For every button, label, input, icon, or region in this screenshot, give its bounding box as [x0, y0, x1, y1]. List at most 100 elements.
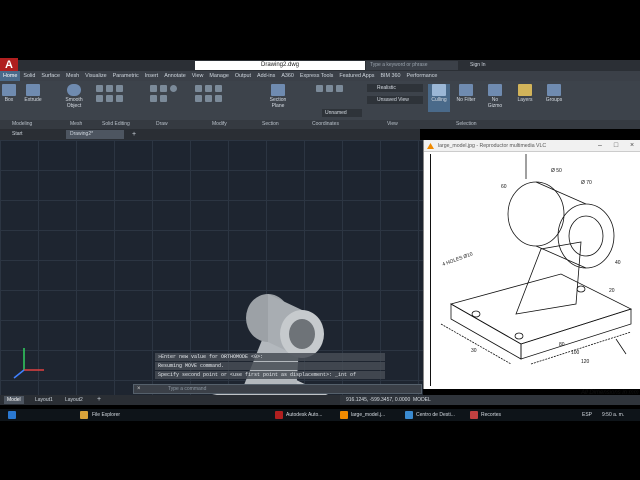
file-tab-start[interactable]: Start [8, 130, 27, 139]
drawing-cylinder-hole [568, 215, 604, 257]
search-input[interactable]: Type a keyword or phrase [366, 61, 458, 70]
vlc-window: large_model.jpg - Reproductor multimedia… [423, 140, 640, 396]
mirror-icon[interactable] [195, 95, 202, 102]
add-layout-plus-icon[interactable]: + [94, 396, 104, 404]
mesh-tool-icon[interactable] [96, 85, 103, 92]
tab-featured-apps[interactable]: Featured Apps [336, 71, 377, 81]
tab-add-ins[interactable]: Add-ins [254, 71, 278, 81]
new-tab-plus-icon[interactable]: + [128, 130, 140, 139]
layout-tab-layout1[interactable]: Layout1 [32, 396, 56, 404]
taskbar-item-file-explorer[interactable]: File Explorer [92, 411, 120, 419]
command-input[interactable]: Type a command [133, 384, 422, 394]
move-icon[interactable] [195, 85, 202, 92]
layers-icon [518, 84, 532, 96]
panel-label-modeling[interactable]: Modeling [12, 121, 32, 127]
close-icon[interactable]: × [624, 140, 640, 152]
extrude-button[interactable]: Extrude [22, 84, 44, 103]
windows-start-icon[interactable] [8, 411, 16, 419]
tab-visualize[interactable]: Visualize [82, 71, 109, 81]
ucs-icon[interactable] [336, 85, 343, 92]
solid-edit-icon[interactable] [116, 95, 123, 102]
file-tab-drawing2[interactable]: Drawing2* [66, 130, 124, 139]
ucs-icon[interactable] [326, 85, 333, 92]
drawing-cylinder-edge [535, 245, 587, 269]
scale-icon[interactable] [215, 95, 222, 102]
tab-express-tools[interactable]: Express Tools [297, 71, 336, 81]
section-plane-button[interactable]: Section Plane [266, 84, 290, 109]
arc-icon[interactable] [150, 95, 157, 102]
solid-edit-icon[interactable] [96, 95, 103, 102]
model-space-toggle[interactable]: MODEL [413, 397, 431, 403]
filter-icon [459, 84, 473, 96]
vlc-icon[interactable] [340, 411, 348, 419]
tab-insert[interactable]: Insert [142, 71, 161, 81]
tab-manage[interactable]: Manage [206, 71, 231, 81]
visual-style-dropdown[interactable]: Realistic [367, 84, 423, 92]
tab-bim-360[interactable]: BIM 360 [377, 71, 403, 81]
no-filter-button[interactable]: No Filter [455, 84, 477, 103]
panel-label-coordinates[interactable]: Coordinates [312, 121, 339, 127]
command-history: »Enter new value for ORTHOMODE <0>: Resu… [155, 353, 385, 380]
panel-label-section[interactable]: Section [262, 121, 279, 127]
tab-performance[interactable]: Performance [404, 71, 441, 81]
maximize-icon[interactable]: □ [608, 140, 624, 152]
mesh-tool-icon[interactable] [106, 85, 113, 92]
fillet-icon[interactable] [205, 95, 212, 102]
language-indicator[interactable]: ESP [582, 411, 592, 419]
smooth-object-button[interactable]: Smooth Object [62, 84, 86, 109]
polyline-icon[interactable] [160, 85, 167, 92]
tab-mesh[interactable]: Mesh [63, 71, 82, 81]
panel-label-selection[interactable]: Selection [456, 121, 477, 127]
minimize-icon[interactable]: – [592, 140, 608, 152]
copy-icon[interactable] [215, 85, 222, 92]
panel-label-mesh[interactable]: Mesh [70, 121, 82, 127]
box-button[interactable]: Box [2, 84, 16, 103]
groups-button[interactable]: Groups [542, 84, 566, 103]
taskbar-item-autocad[interactable]: Autodesk Auto... [286, 411, 322, 419]
panel-label-modify[interactable]: Modify [212, 121, 227, 127]
taskbar-item-vlc[interactable]: large_model.j... [351, 411, 385, 419]
tab-parametric[interactable]: Parametric [110, 71, 142, 81]
ucs-dropdown[interactable]: Unnamed [322, 109, 362, 117]
autocad-icon[interactable] [275, 411, 283, 419]
named-view-dropdown[interactable]: Unsaved View [367, 96, 423, 104]
panel-label-solid-editing[interactable]: Solid Editing [102, 121, 130, 127]
dimension-label: 60 [501, 184, 507, 190]
tab-annotate[interactable]: Annotate [161, 71, 189, 81]
tab-home[interactable]: Home [0, 71, 21, 81]
layout-tab-model[interactable]: Model [4, 396, 24, 404]
document-title: Drawing2.dwg [195, 61, 365, 70]
panel-label-draw[interactable]: Draw [156, 121, 168, 127]
line-icon[interactable] [150, 85, 157, 92]
section-plane-icon [271, 84, 285, 96]
app-menu-button[interactable]: A [0, 58, 18, 72]
ribbon-tab-bar: Home Solid Surface Mesh Visualize Parametric I… [0, 71, 640, 81]
mesh-tool-icon[interactable] [116, 85, 123, 92]
clock[interactable]: 9:50 a. m. [602, 411, 624, 419]
drawing-rib [515, 241, 582, 315]
snipping-tool-icon[interactable] [470, 411, 478, 419]
circle-icon[interactable] [170, 85, 177, 92]
close-icon[interactable]: × [137, 386, 143, 392]
panel-label-view[interactable]: View [387, 121, 398, 127]
tab-view[interactable]: View [189, 71, 207, 81]
rectangle-icon[interactable] [160, 95, 167, 102]
file-explorer-icon[interactable] [80, 411, 88, 419]
rotate-icon[interactable] [205, 85, 212, 92]
tab-solid[interactable]: Solid [20, 71, 38, 81]
taskbar-item-centro[interactable]: Centro de Desti... [416, 411, 455, 419]
tab-surface[interactable]: Surface [38, 71, 63, 81]
ucs-icon[interactable] [316, 85, 323, 92]
tab-output[interactable]: Output [232, 71, 254, 81]
tab-a360[interactable]: A360 [278, 71, 297, 81]
sign-in-link[interactable]: Sign In [470, 61, 486, 70]
layers-button[interactable]: Layers [514, 84, 536, 103]
taskbar-item-recortes[interactable]: Recortes [481, 411, 501, 419]
no-gizmo-button[interactable]: No Gizmo [484, 84, 506, 109]
layout-tab-layout2[interactable]: Layout2 [62, 396, 86, 404]
solid-edit-icon[interactable] [106, 95, 113, 102]
culling-button[interactable]: Culling [428, 84, 450, 112]
gizmo-icon [488, 84, 502, 96]
notification-center-icon[interactable] [405, 411, 413, 419]
layout-tab-bar: Model Layout1 Layout2 + [0, 395, 340, 405]
